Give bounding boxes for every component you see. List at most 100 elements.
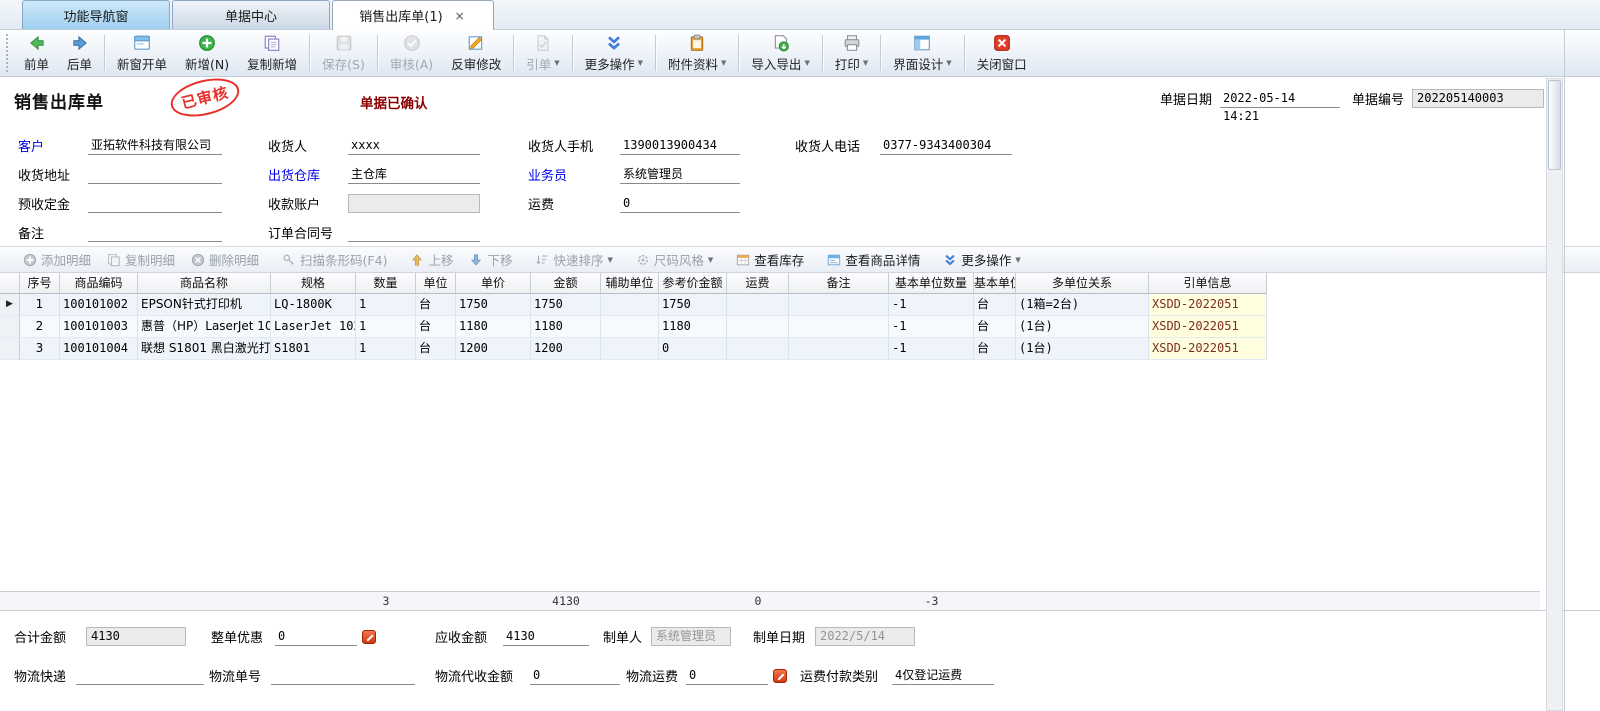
- field-input[interactable]: [88, 194, 222, 213]
- field-input[interactable]: 亚拓软件科技有限公司: [88, 136, 222, 155]
- arrow-right-button[interactable]: 后单: [58, 30, 101, 76]
- column-header-qty[interactable]: 数量: [356, 273, 416, 294]
- cell-multi-unit-relation[interactable]: (1台): [1016, 316, 1149, 338]
- cell-freight[interactable]: [727, 316, 789, 338]
- dropdown-arrow-icon[interactable]: ▼: [708, 256, 713, 264]
- tab-close-icon[interactable]: ×: [453, 9, 467, 23]
- tab-sales-outbound-order[interactable]: 销售出库单(1)×: [332, 0, 494, 30]
- cell-spec[interactable]: LQ-1800K: [271, 294, 356, 316]
- cell-remark[interactable]: [789, 338, 889, 360]
- cell-unit[interactable]: 台: [416, 294, 456, 316]
- field-input[interactable]: [88, 223, 222, 242]
- cell-base-qty[interactable]: -1: [889, 294, 974, 316]
- cell-amount[interactable]: 1200: [531, 338, 601, 360]
- cell-index[interactable]: 2: [20, 316, 60, 338]
- close-window-button[interactable]: 关闭窗口: [968, 30, 1036, 76]
- table-row[interactable]: ▶1100101002EPSON针式打印机LQ-1800K1台175017501…: [0, 294, 1600, 316]
- cell-ref-amount[interactable]: 1750: [659, 294, 727, 316]
- column-header-product-name[interactable]: 商品名称: [138, 273, 271, 294]
- freight-edit-icon[interactable]: [773, 669, 787, 683]
- cell-price[interactable]: 1180: [456, 316, 531, 338]
- cell-unit[interactable]: 台: [416, 316, 456, 338]
- cell-qty[interactable]: 1: [356, 294, 416, 316]
- import-export-button[interactable]: 导入导出▼: [742, 30, 818, 76]
- cell-base-qty[interactable]: -1: [889, 338, 974, 360]
- arrow-left-button[interactable]: 前单: [15, 30, 58, 76]
- dropdown-arrow-icon[interactable]: ▼: [946, 59, 951, 67]
- column-header-product-code[interactable]: 商品编码: [60, 273, 138, 294]
- field-input[interactable]: 主仓库: [348, 165, 480, 184]
- field-input[interactable]: 系统管理员: [620, 165, 740, 184]
- dropdown-arrow-icon[interactable]: ▼: [804, 59, 809, 67]
- cell-aux-unit[interactable]: [601, 294, 659, 316]
- field-input[interactable]: [271, 666, 415, 685]
- new-window-button[interactable]: 新窗开单: [108, 30, 176, 76]
- cell-spec[interactable]: S1801: [271, 338, 356, 360]
- cell-base-unit[interactable]: 台: [974, 294, 1016, 316]
- column-header-source-info[interactable]: 引单信息: [1149, 273, 1267, 294]
- cell-index[interactable]: 3: [20, 338, 60, 360]
- cell-spec[interactable]: LaserJet 1020: [271, 316, 356, 338]
- tab-function-nav[interactable]: 功能导航窗: [22, 0, 170, 29]
- column-header-spec[interactable]: 规格: [271, 273, 356, 294]
- dropdown-arrow-icon[interactable]: ▼: [721, 59, 726, 67]
- field-input[interactable]: 0: [686, 666, 768, 685]
- cell-remark[interactable]: [789, 316, 889, 338]
- cell-amount[interactable]: 1750: [531, 294, 601, 316]
- unaudit-edit-button[interactable]: 反审修改: [442, 30, 510, 76]
- field-input[interactable]: 0: [620, 194, 740, 213]
- field-input[interactable]: xxxx: [348, 136, 480, 155]
- cell-ref-amount[interactable]: 1180: [659, 316, 727, 338]
- dropdown-arrow-icon[interactable]: ▼: [863, 59, 868, 67]
- cell-product-name[interactable]: 惠普（HP）LaserJet 1020: [138, 316, 271, 338]
- cell-source-info[interactable]: XSDD-2022051: [1149, 294, 1267, 316]
- cell-product-name[interactable]: 联想 S1801 黑白激光打印: [138, 338, 271, 360]
- tab-document-center[interactable]: 单据中心: [172, 0, 330, 29]
- column-header-unit[interactable]: 单位: [416, 273, 456, 294]
- view-detail-button[interactable]: 查看商品详情: [819, 247, 928, 272]
- column-header-base-qty[interactable]: 基本单位数量: [889, 273, 974, 294]
- view-stock-button[interactable]: 查看库存: [728, 247, 812, 272]
- cell-unit[interactable]: 台: [416, 338, 456, 360]
- field-input[interactable]: [88, 165, 222, 184]
- copy-new-button[interactable]: 复制新增: [238, 30, 306, 76]
- field-input[interactable]: [76, 666, 204, 685]
- column-header-aux-unit[interactable]: 辅助单位: [601, 273, 659, 294]
- ui-design-button[interactable]: 界面设计▼: [884, 30, 960, 76]
- cell-base-qty[interactable]: -1: [889, 316, 974, 338]
- column-header-price[interactable]: 单价: [456, 273, 531, 294]
- field-input[interactable]: 4130: [503, 627, 589, 646]
- dropdown-arrow-icon[interactable]: ▼: [554, 59, 559, 67]
- vertical-scrollbar[interactable]: [1546, 78, 1563, 711]
- cell-freight[interactable]: [727, 294, 789, 316]
- cell-multi-unit-relation[interactable]: (1箱=2台): [1016, 294, 1149, 316]
- column-header-freight[interactable]: 运费: [727, 273, 789, 294]
- cell-aux-unit[interactable]: [601, 316, 659, 338]
- column-header-base-unit[interactable]: 基本单位: [974, 273, 1016, 294]
- print-button[interactable]: 打印▼: [826, 30, 877, 76]
- chevrons-button[interactable]: 更多操作▼: [935, 247, 1028, 272]
- field-input[interactable]: 4仅登记运费: [892, 666, 994, 685]
- cell-remark[interactable]: [789, 294, 889, 316]
- cell-product-name[interactable]: EPSON针式打印机: [138, 294, 271, 316]
- column-header-remark[interactable]: 备注: [789, 273, 889, 294]
- field-input[interactable]: [348, 223, 480, 242]
- table-row[interactable]: 3100101004联想 S1801 黑白激光打印S18011台12001200…: [0, 338, 1600, 360]
- column-header-index[interactable]: 序号: [20, 273, 60, 294]
- table-row[interactable]: 2100101003惠普（HP）LaserJet 1020LaserJet 10…: [0, 316, 1600, 338]
- cell-qty[interactable]: 1: [356, 338, 416, 360]
- cell-price[interactable]: 1200: [456, 338, 531, 360]
- cell-multi-unit-relation[interactable]: (1台): [1016, 338, 1149, 360]
- cell-base-unit[interactable]: 台: [974, 316, 1016, 338]
- field-input[interactable]: 0377-9343400304: [880, 136, 1012, 155]
- discount-edit-icon[interactable]: [362, 630, 376, 644]
- cell-index[interactable]: 1: [20, 294, 60, 316]
- column-header-ref-amount[interactable]: 参考价金额: [659, 273, 727, 294]
- cell-source-info[interactable]: XSDD-2022051: [1149, 338, 1267, 360]
- cell-product-code[interactable]: 100101003: [60, 316, 138, 338]
- doc-date-field[interactable]: 2022-05-14 14:21: [1220, 89, 1340, 108]
- cell-product-code[interactable]: 100101004: [60, 338, 138, 360]
- dropdown-arrow-icon[interactable]: ▼: [638, 59, 643, 67]
- field-input[interactable]: 1390013900434: [620, 136, 740, 155]
- scrollbar-thumb[interactable]: [1548, 80, 1561, 170]
